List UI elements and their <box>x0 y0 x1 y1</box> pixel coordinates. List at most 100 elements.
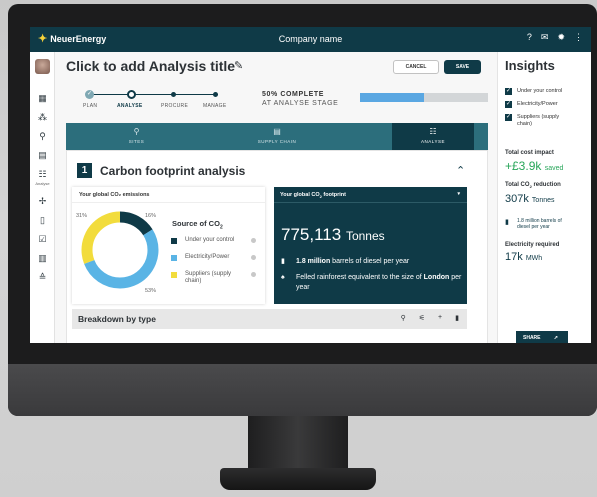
source-title-text: Source of CO <box>172 219 220 228</box>
edit-icon[interactable]: ✎ <box>234 59 243 72</box>
progress-fill <box>360 93 424 102</box>
side-nav: ▦ ⁂ ⚲ ▤ ☷ Analyse ✢ ▯ ☑ ▥ ≙ <box>30 52 55 343</box>
filter-label: Under your control <box>517 88 563 94</box>
emissions-card-heading: Your global CO₂ emissions <box>72 187 265 203</box>
help-icon[interactable]: ? <box>527 32 532 43</box>
step-label-analyse: ANALYSE <box>117 103 143 109</box>
footprint-card: Your global CO2 footprint ▾ 775,113 Tonn… <box>274 187 467 304</box>
nav-active-label: Analyse <box>35 181 50 186</box>
step-plan-check-icon[interactable]: ✓ <box>85 90 94 99</box>
cost-suffix: saved <box>544 165 564 172</box>
cost-impact-label: Total cost impact <box>505 150 554 156</box>
chevron-up-icon[interactable]: ⌃ <box>456 164 465 177</box>
filter-icon[interactable]: ⚟ <box>419 314 425 322</box>
emissions-card: Your global CO₂ emissions 31% 16% 53% So… <box>72 187 265 304</box>
monitor-chin <box>8 364 597 416</box>
barrel-icon: ▮ <box>281 258 285 265</box>
step-analyse-dot[interactable] <box>127 90 136 99</box>
step-label-plan: PLAN <box>83 103 98 109</box>
sliders-icon[interactable]: ☷ <box>36 169 49 180</box>
step-procure-dot[interactable] <box>171 92 176 97</box>
share-label: SHARE <box>523 335 541 341</box>
filter-label: Electricity/Power <box>517 101 558 107</box>
building-icon: ▤ <box>273 127 281 136</box>
breakdown-title: Breakdown by type <box>78 314 156 324</box>
tree-icon: ♠ <box>281 274 285 281</box>
legend-label: Suppliers (supply chain) <box>185 271 232 284</box>
checkbox-checked-icon[interactable]: ✓ <box>505 88 512 95</box>
breakdown-bar: Breakdown by type ⚲ ⚟ + ▮ <box>72 309 467 329</box>
footprint-value: 775,113 Tonnes <box>281 225 385 245</box>
step-manage-dot[interactable] <box>213 92 218 97</box>
layers-icon[interactable]: ≙ <box>36 272 49 283</box>
insights-panel: Insights ✓ Under your control ✓ Electricit… <box>497 52 591 343</box>
barrels-note-text: 1.8 million barrels of diesel per year <box>517 218 562 230</box>
stage-stepper: ✓ PLAN ANALYSE PROCURE MANAGE <box>83 90 255 114</box>
checkbox-checked-icon[interactable]: ✓ <box>505 101 512 108</box>
rainforest-text: Felled rainforest equivalent to the size… <box>296 273 466 293</box>
add-icon[interactable]: + <box>438 314 442 322</box>
info-icon[interactable] <box>251 238 256 243</box>
tab-supply-chain[interactable]: ▤ SUPPLY CHAIN <box>207 123 347 150</box>
table-icon[interactable]: ▥ <box>36 253 49 264</box>
settings-icon[interactable]: ✹ <box>557 32 565 43</box>
location-icon[interactable]: ⚲ <box>36 131 49 142</box>
info-icon[interactable] <box>251 255 256 260</box>
company-name: Company name <box>278 34 343 44</box>
cancel-button[interactable]: CANCEL <box>393 60 439 74</box>
hierarchy-icon[interactable]: ⁂ <box>36 112 49 123</box>
more-icon[interactable]: ⋮ <box>574 32 583 43</box>
main-content: Click to add Analysis title ✎ CANCEL SAV… <box>55 52 497 343</box>
diesel-rest: barrels of diesel per year <box>330 258 410 265</box>
delete-icon[interactable]: ▮ <box>455 314 459 322</box>
slice-label-electricity: 53% <box>145 288 157 294</box>
step-label-manage: MANAGE <box>203 103 227 109</box>
section-number: 1 <box>77 163 92 178</box>
progress-stage: AT ANALYSE STAGE <box>262 100 339 107</box>
dashboard-icon[interactable]: ▦ <box>36 93 49 104</box>
fan-icon[interactable]: ✢ <box>36 196 49 207</box>
tab-label: SITES <box>128 139 145 144</box>
avatar[interactable] <box>35 59 50 74</box>
save-button[interactable]: SAVE <box>444 60 481 74</box>
checklist-icon[interactable]: ☑ <box>36 234 49 245</box>
filter-label: Suppliers (supply chain) <box>517 114 560 127</box>
legend-swatch <box>171 238 177 244</box>
tab-analyse[interactable]: ☷ ANALYSE <box>392 123 474 150</box>
electricity-number: 17k <box>505 251 523 263</box>
co2-reduction-label: Total CO2 reduction <box>505 182 561 189</box>
co2-unit: Tonnes <box>531 197 555 204</box>
legend-swatch <box>171 272 177 278</box>
barrel-icon: ▮ <box>505 219 509 226</box>
section-title: Carbon footprint analysis <box>100 164 246 178</box>
footprint-number: 775,113 <box>281 225 342 244</box>
monitor-stand-neck <box>248 416 348 472</box>
diesel-text: 1.8 million barrels of diesel per year <box>296 257 466 267</box>
rainforest-place: London <box>423 274 450 281</box>
info-icon[interactable] <box>251 272 256 277</box>
source-title-sub: 2 <box>219 224 223 231</box>
progress-bar <box>360 93 488 102</box>
diesel-amount: 1.8 million <box>296 258 331 265</box>
legend-label: Electricity/Power <box>185 254 230 260</box>
electricity-label: Electricity required <box>505 242 560 248</box>
tab-sites[interactable]: ⚲ SITES <box>66 123 207 150</box>
co2-reduction-value: 307k Tonnes <box>505 193 555 205</box>
location-icon: ⚲ <box>133 127 140 136</box>
document-icon[interactable]: ▯ <box>36 215 49 226</box>
slice-label-suppliers: 31% <box>76 213 88 219</box>
stepper-line <box>90 94 218 95</box>
chevron-down-icon[interactable]: ▾ <box>457 191 460 197</box>
mail-icon[interactable]: ✉ <box>541 32 549 43</box>
building-icon[interactable]: ▤ <box>36 150 49 161</box>
legend-swatch <box>171 255 177 261</box>
page-title[interactable]: Click to add Analysis title <box>66 58 235 74</box>
footprint-card-heading[interactable]: Your global CO2 footprint ▾ <box>274 187 467 203</box>
co2-label-text: Total CO <box>505 182 530 188</box>
checkbox-checked-icon[interactable]: ✓ <box>505 114 512 121</box>
progress-percent: 50% COMPLETE <box>262 91 325 98</box>
search-icon[interactable]: ⚲ <box>401 314 406 322</box>
insights-title: Insights <box>505 58 555 73</box>
share-button[interactable]: SHARE ➚ <box>516 331 568 343</box>
arrow-right-icon: ➚ <box>553 335 559 341</box>
